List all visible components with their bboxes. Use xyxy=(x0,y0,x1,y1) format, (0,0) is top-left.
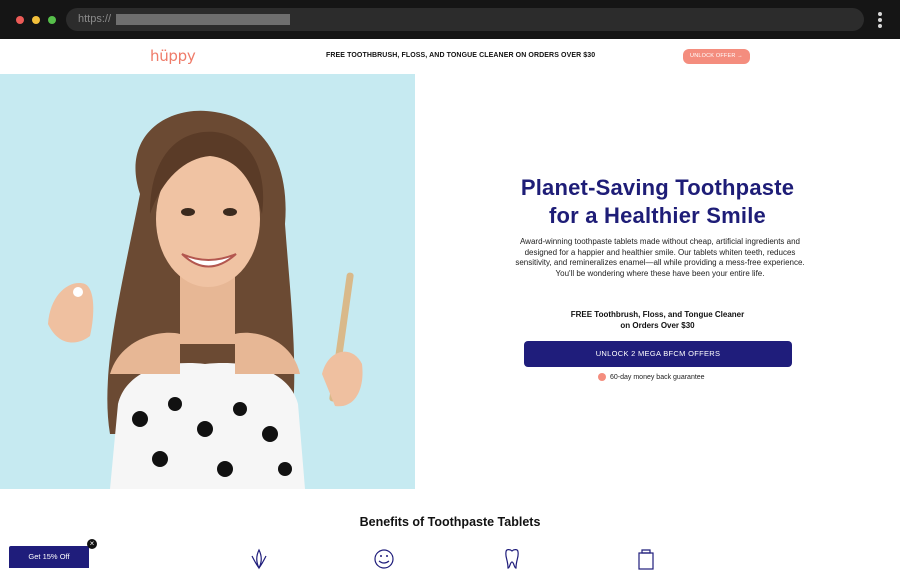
package-icon xyxy=(638,549,654,570)
smile-icon xyxy=(374,549,394,569)
minimize-window-icon[interactable] xyxy=(32,16,40,24)
promo-banner-text: FREE TOOTHBRUSH, FLOSS, AND TONGUE CLEAN… xyxy=(326,52,596,59)
close-popup-icon[interactable]: × xyxy=(87,539,97,549)
leaf-icon xyxy=(251,548,267,570)
maximize-window-icon[interactable] xyxy=(48,16,56,24)
kebab-menu-icon[interactable] xyxy=(876,12,884,30)
browser-chrome: https:// xyxy=(0,0,900,39)
guarantee-text: 60-day money back guarantee xyxy=(610,373,705,381)
redacted-url xyxy=(116,14,290,25)
woman-with-toothbrush-illustration xyxy=(48,110,363,489)
tooth-icon xyxy=(505,549,519,569)
get-15-off-button[interactable]: Get 15% Off xyxy=(9,546,89,568)
headline-line-2: for a Healthier Smile xyxy=(549,203,766,228)
guarantee-note: 60-day money back guarantee xyxy=(598,373,705,381)
free-offer-text: FREE Toothbrush, Floss, and Tongue Clean… xyxy=(415,309,900,331)
hero-description: Award-winning toothpaste tablets made wi… xyxy=(515,237,805,278)
offer-line-2: on Orders Over $30 xyxy=(620,321,695,330)
url-text: https:// xyxy=(78,13,112,25)
hero-content: Planet-Saving Toothpaste for a Healthier… xyxy=(415,74,900,489)
guarantee-badge-icon xyxy=(598,373,606,381)
hero-headline: Planet-Saving Toothpaste for a Healthier… xyxy=(415,174,900,230)
address-bar[interactable]: https:// xyxy=(66,8,864,31)
brand-logo[interactable]: hüppy xyxy=(150,47,196,65)
close-window-icon[interactable] xyxy=(16,16,24,24)
hero-image xyxy=(0,74,415,489)
unlock-bfcm-offers-button[interactable]: UNLOCK 2 MEGA BFCM OFFERS xyxy=(524,341,792,367)
unlock-offer-button[interactable]: UNLOCK OFFER → xyxy=(683,49,750,64)
offer-line-1: FREE Toothbrush, Floss, and Tongue Clean… xyxy=(570,310,745,319)
site-header: hüppy FREE TOOTHBRUSH, FLOSS, AND TONGUE… xyxy=(0,39,900,74)
headline-line-1: Planet-Saving Toothpaste xyxy=(520,175,795,200)
benefits-heading: Benefits of Toothpaste Tablets xyxy=(359,515,541,529)
